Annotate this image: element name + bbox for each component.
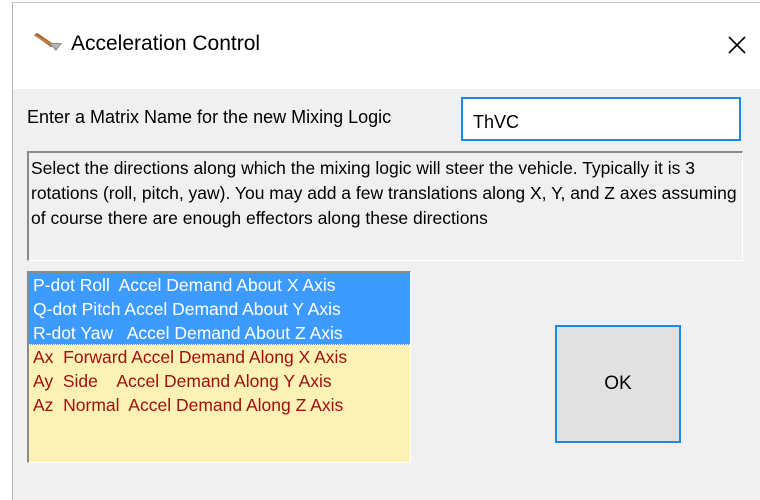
arrow-app-icon xyxy=(34,33,62,51)
directions-listbox[interactable]: P-dot Roll Accel Demand About X Axis Q-do… xyxy=(27,271,411,463)
acceleration-control-dialog: Acceleration Control Enter a Matrix Name… xyxy=(12,2,760,500)
direction-list-item[interactable]: R-dot Yaw Accel Demand About Z Axis xyxy=(29,321,410,345)
matrix-name-label: Enter a Matrix Name for the new Mixing L… xyxy=(27,107,392,127)
ok-button[interactable]: OK xyxy=(555,325,681,443)
direction-list-item[interactable]: Ax Forward Accel Demand Along X Axis xyxy=(29,345,410,369)
direction-list-item[interactable]: Ay Side Accel Demand Along Y Axis xyxy=(29,369,410,393)
title-bar[interactable]: Acceleration Control xyxy=(13,3,760,89)
direction-list-item[interactable]: Q-dot Pitch Accel Demand About Y Axis xyxy=(29,297,410,321)
matrix-name-input[interactable] xyxy=(461,97,741,141)
instructions-text: Select the directions along which the mi… xyxy=(27,151,743,261)
direction-list-item[interactable]: Az Normal Accel Demand Along Z Axis xyxy=(29,393,410,417)
close-icon[interactable] xyxy=(719,27,755,63)
direction-list-item[interactable]: P-dot Roll Accel Demand About X Axis xyxy=(29,273,410,297)
window-title: Acceleration Control xyxy=(71,32,261,55)
